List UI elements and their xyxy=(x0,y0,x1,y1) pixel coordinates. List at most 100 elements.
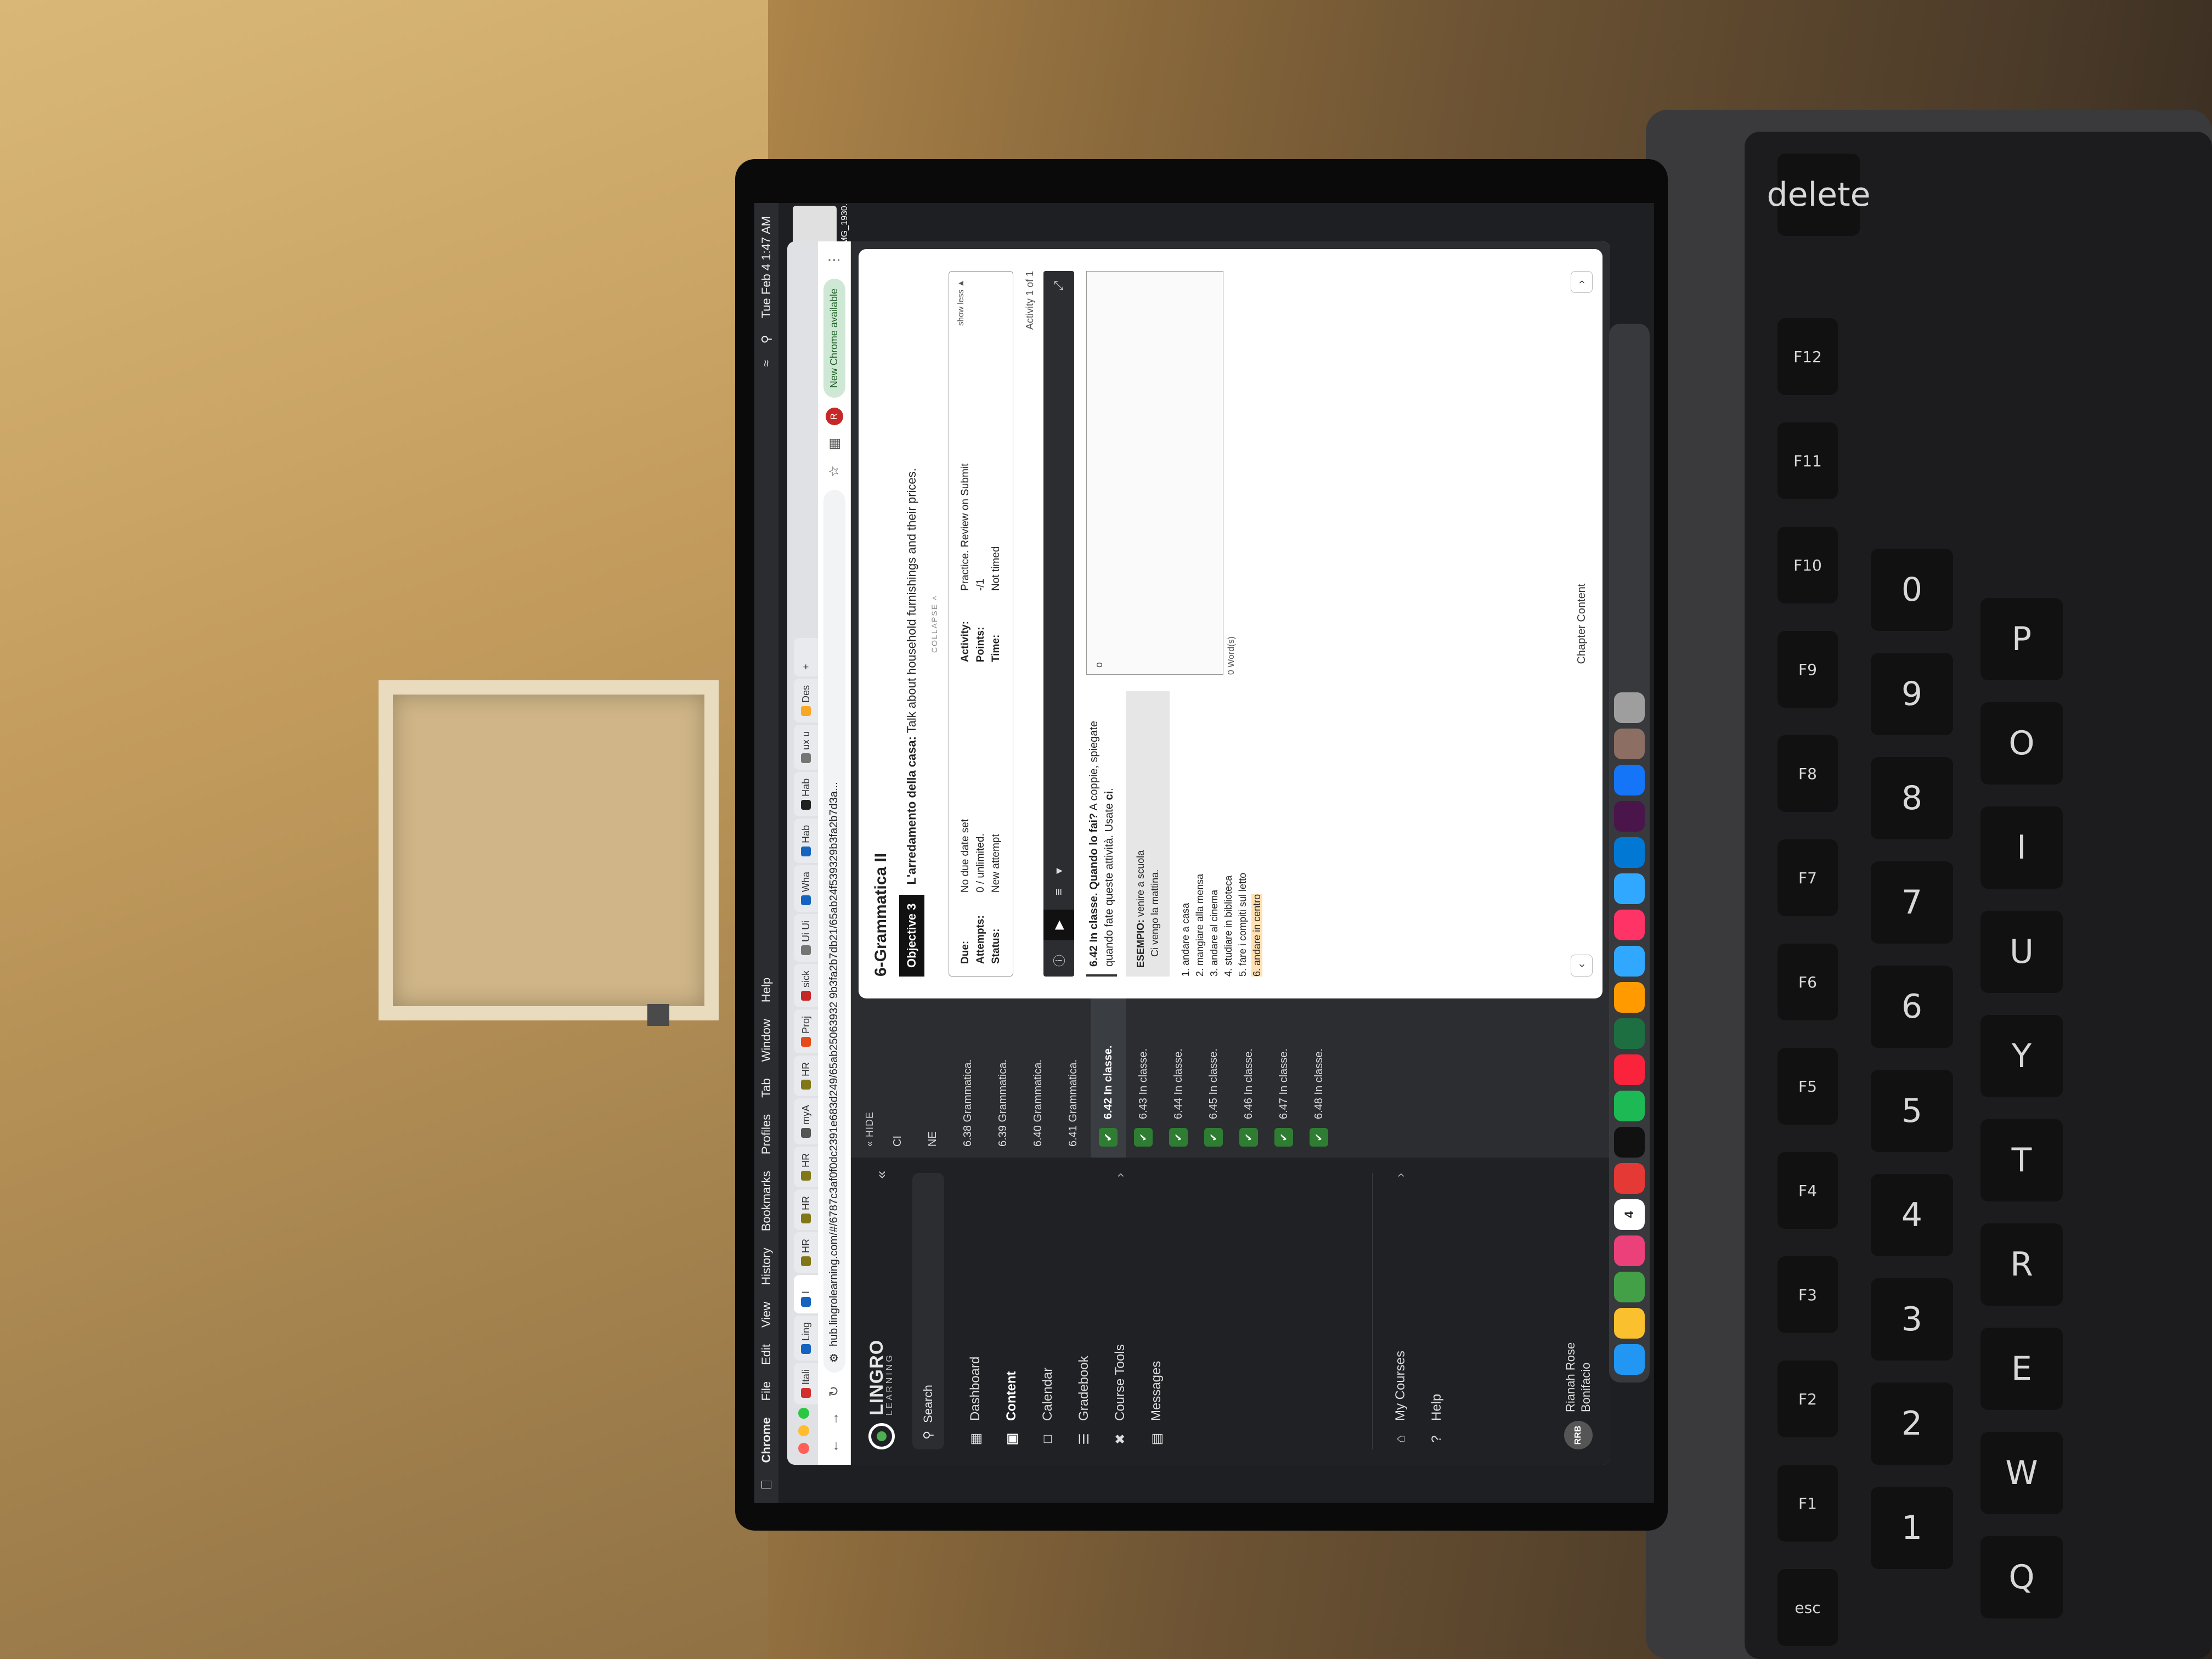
browser-tab[interactable]: Itali xyxy=(794,1362,818,1404)
menu-history[interactable]: History xyxy=(759,1248,774,1285)
content-list-activity[interactable]: ✔ 6.44 In classe. xyxy=(1161,998,1196,1158)
key-fn[interactable]: F3 xyxy=(1778,1256,1838,1333)
dock-app-ps-icon[interactable] xyxy=(1614,946,1645,977)
menubar-clock[interactable]: Tue Feb 4 1:47 AM xyxy=(759,216,774,318)
desktop-file[interactable]: IMG_1930.PNG xyxy=(793,203,850,247)
menu-help[interactable]: Help xyxy=(759,978,774,1002)
zoom-window-button[interactable] xyxy=(798,1408,809,1419)
dock-app-excel-icon[interactable] xyxy=(1614,1018,1645,1049)
key-fn[interactable]: F6 xyxy=(1778,944,1838,1020)
dock-app-ai-icon[interactable] xyxy=(1614,982,1645,1013)
browser-tab[interactable]: HR xyxy=(794,1189,818,1230)
key-number[interactable]: 4 xyxy=(1871,1174,1953,1256)
dock-app-photos-icon[interactable] xyxy=(1614,1235,1645,1266)
content-list-activity[interactable]: ✔ 6.45 In classe. xyxy=(1196,998,1231,1158)
site-info-icon[interactable]: ⚙ xyxy=(827,1353,841,1363)
play-icon[interactable]: ▶ xyxy=(1043,909,1074,940)
browser-tab[interactable]: Hab xyxy=(794,818,818,863)
menu-icon[interactable]: ≡ xyxy=(1052,888,1066,895)
browser-tab[interactable]: Hab xyxy=(794,771,818,816)
sidebar-item-messages[interactable]: ▤ Messages xyxy=(1138,1158,1175,1465)
dock-app-tv-icon[interactable] xyxy=(1614,1127,1645,1158)
show-less-link[interactable]: show less ▲ xyxy=(953,279,969,326)
dock-app-chrome-icon[interactable] xyxy=(1614,1308,1645,1339)
browser-tab[interactable]: Des xyxy=(794,678,818,723)
sidebar-search[interactable]: ⚲ Search xyxy=(912,1173,944,1449)
browser-tab[interactable]: HR xyxy=(794,1055,818,1096)
back-icon[interactable]: ← xyxy=(826,1437,843,1455)
browser-tab[interactable]: Wha xyxy=(794,865,818,912)
key-fn[interactable]: F10 xyxy=(1778,527,1838,603)
answer-textarea[interactable]: o xyxy=(1086,271,1223,675)
minimize-window-button[interactable] xyxy=(798,1425,809,1436)
key-number[interactable]: 6 xyxy=(1871,966,1953,1048)
content-list-activity[interactable]: ✔ 6.48 In classe. xyxy=(1301,998,1336,1158)
dock-app-music-icon[interactable] xyxy=(1614,1163,1645,1194)
menu-bookmarks[interactable]: Bookmarks xyxy=(759,1171,774,1231)
previous-button[interactable]: ‹ xyxy=(1571,955,1593,977)
info-icon[interactable]: ⓘ xyxy=(1050,955,1068,967)
dock-app-trash-icon[interactable] xyxy=(1614,692,1645,723)
menu-window[interactable]: Window xyxy=(759,1019,774,1062)
key-number[interactable]: 8 xyxy=(1871,757,1953,839)
key-letter[interactable]: I xyxy=(1980,806,2063,889)
forward-icon[interactable]: → xyxy=(826,1410,843,1427)
key-fn[interactable]: esc xyxy=(1778,1569,1838,1646)
browser-tab[interactable]: ux u xyxy=(794,724,818,770)
key-fn[interactable]: F11 xyxy=(1778,422,1838,499)
key-number[interactable]: 1 xyxy=(1871,1487,1953,1569)
key-letter[interactable]: Q xyxy=(1980,1536,2063,1618)
chapter-content-label[interactable]: Chapter Content xyxy=(1576,584,1588,664)
key-number[interactable]: 7 xyxy=(1871,861,1953,944)
dock-app-preview-icon[interactable] xyxy=(1614,729,1645,759)
dock-app-music-icon[interactable] xyxy=(1614,1054,1645,1085)
key-letter[interactable]: T xyxy=(1980,1119,2063,1201)
key-letter[interactable]: U xyxy=(1980,911,2063,993)
browser-tab[interactable]: Proj xyxy=(794,1009,818,1053)
key-letter[interactable]: W xyxy=(1980,1432,2063,1514)
content-list-item[interactable]: NE xyxy=(915,998,950,1158)
browser-tab[interactable]: HR xyxy=(794,1146,818,1187)
dock-app-finder-icon[interactable] xyxy=(1614,1344,1645,1375)
extensions-icon[interactable]: ▦ xyxy=(826,435,843,453)
browser-tab[interactable]: myA xyxy=(794,1098,818,1144)
key-number[interactable]: 2 xyxy=(1871,1383,1953,1465)
sidebar-item-calendar[interactable]: □ Calendar xyxy=(1030,1158,1066,1465)
menu-file[interactable]: File xyxy=(759,1381,774,1401)
new-tab-button[interactable]: + xyxy=(794,637,818,676)
content-list-activity[interactable]: ✔ 6.47 In classe. xyxy=(1266,998,1301,1158)
key-fn[interactable]: F5 xyxy=(1778,1048,1838,1125)
chrome-update-button[interactable]: New Chrome available xyxy=(823,279,845,398)
content-list-item[interactable]: 6.41 Grammatica. xyxy=(1056,998,1091,1158)
menu-tab[interactable]: Tab xyxy=(759,1078,774,1097)
content-list-item[interactable]: CI xyxy=(880,998,915,1158)
content-list-item[interactable]: 6.40 Grammatica. xyxy=(1020,998,1056,1158)
key-letter[interactable]: O xyxy=(1980,702,2063,785)
volume-icon[interactable]: ▾ xyxy=(1052,868,1066,874)
browser-tab[interactable]: I xyxy=(794,1274,818,1313)
dock-app-slack-icon[interactable] xyxy=(1614,801,1645,832)
key-fn[interactable]: F9 xyxy=(1778,631,1838,708)
content-list-activity[interactable]: ✔ 6.43 In classe. xyxy=(1126,998,1161,1158)
key-delete[interactable]: delete xyxy=(1767,154,1871,236)
lingro-logo[interactable]: LINGRO LEARNING xyxy=(864,1158,899,1465)
key-number[interactable]: 9 xyxy=(1871,653,1953,735)
content-list-activity[interactable]: ✔ 6.42 In classe. xyxy=(1091,998,1126,1158)
fullscreen-icon[interactable]: ⤢ xyxy=(1052,281,1066,291)
dock-app-xcode-icon[interactable] xyxy=(1614,765,1645,795)
dock-app-vs-code-icon[interactable] xyxy=(1614,837,1645,868)
sidebar-item-gradebook[interactable]: ☰ Gradebook xyxy=(1066,1158,1102,1465)
key-fn[interactable]: F8 xyxy=(1778,735,1838,812)
menubar-app-name[interactable]: Chrome xyxy=(759,1417,774,1463)
user-profile[interactable]: RRB Rianah Rose Bonifacio xyxy=(1563,1342,1594,1449)
key-fn[interactable]: F1 xyxy=(1778,1465,1838,1542)
content-list-item[interactable]: 6.38 Grammatica. xyxy=(950,998,985,1158)
key-letter[interactable]: E xyxy=(1980,1328,2063,1410)
browser-tab[interactable]: HR xyxy=(794,1232,818,1273)
reload-icon[interactable]: ↻ xyxy=(826,1383,843,1400)
key-fn[interactable]: F7 xyxy=(1778,839,1838,916)
bookmark-star-icon[interactable]: ☆ xyxy=(826,462,843,480)
key-letter[interactable]: P xyxy=(1980,598,2063,680)
wifi-icon[interactable]: ≈ xyxy=(759,360,774,366)
menu-view[interactable]: View xyxy=(759,1302,774,1328)
